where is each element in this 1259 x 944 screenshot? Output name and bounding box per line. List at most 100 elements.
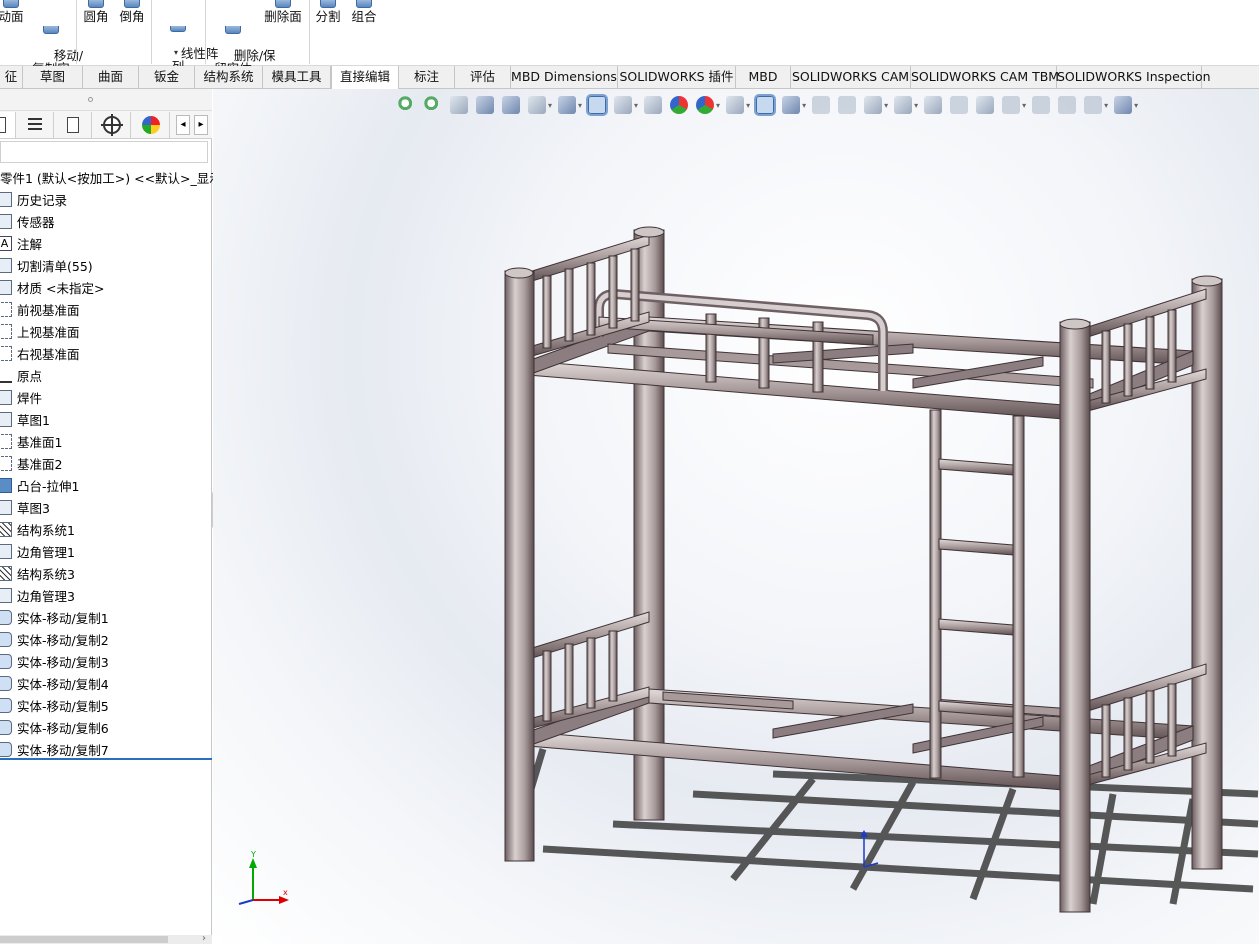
feature-manager-panel: ◂ ▸ 零件1 (默认<按加工>) <<默认>_显示状 历史记录传感器 A 注解 切割… (0, 89, 234, 944)
tab-solidworks-inspection[interactable]: SOLIDWORKS Inspection (1057, 66, 1211, 88)
linear-pattern-dropdown-icon[interactable]: ▾ (174, 48, 178, 57)
left-lower-headboard (528, 611, 650, 730)
appearance-icon (141, 116, 160, 134)
tree-item-label: 原点 (17, 368, 43, 384)
feature-filter-input[interactable] (0, 141, 208, 163)
fillet-button[interactable]: 圆角 (82, 0, 110, 23)
chamfer-button[interactable]: 倒角 (118, 0, 146, 23)
fillet-label: 圆角 (83, 9, 109, 24)
tab-evaluate[interactable]: 评估 (455, 66, 511, 88)
delete-face-button[interactable]: 删除面 (262, 0, 304, 23)
tree-item[interactable]: 实体-移动/复制3 (0, 651, 109, 671)
delete-face-label: 删除面 (264, 9, 302, 24)
history-icon (0, 191, 12, 207)
triad-axes-icon (238, 858, 289, 905)
property-manager-tab[interactable] (16, 112, 54, 138)
tree-item[interactable]: 传感器 (0, 211, 55, 231)
split-button[interactable]: 分割 (314, 0, 342, 23)
tree-item[interactable]: 实体-移动/复制5 (0, 695, 109, 715)
sketch-icon (0, 499, 12, 515)
tab-solidworks-cam[interactable]: SOLIDWORKS CAM (791, 66, 911, 88)
panel-grip[interactable] (0, 89, 212, 111)
tab-markup[interactable]: 标注 (399, 66, 455, 88)
tree-item[interactable]: 切割清单(55) (0, 255, 93, 275)
tree-item[interactable]: 原点 (0, 365, 42, 385)
tree-item[interactable]: 历史记录 (0, 189, 67, 209)
rollback-bar[interactable] (0, 758, 212, 760)
front-left-post-cap (504, 267, 534, 279)
tab-scroll-left-button[interactable]: ◂ (176, 115, 190, 135)
back-right-post (1191, 278, 1223, 870)
tab-surfaces[interactable]: 曲面 (83, 66, 139, 88)
tree-item-label: 草图3 (17, 500, 50, 516)
tab-features[interactable]: 征 (0, 66, 23, 88)
tab-mbd[interactable]: MBD (736, 66, 791, 88)
tab-solidworks-cam-tbm[interactable]: SOLIDWORKS CAM TBM (911, 66, 1059, 88)
tree-item-label: 材质 <未指定> (17, 280, 105, 296)
tree-item[interactable]: 结构系统1 (0, 519, 75, 539)
graphics-area[interactable]: ▾ ▾ ▾ ▾ ▾ ▾ ▾ ▾ ▾ ▾ ▾ Y x (213, 89, 1259, 944)
cut-list-icon (0, 257, 12, 273)
ribbon-separator (205, 0, 206, 64)
tree-item[interactable]: 基准面1 (0, 431, 62, 451)
tab-mbd-dimensions[interactable]: MBD Dimensions (511, 66, 618, 88)
tree-item[interactable]: 实体-移动/复制7 (0, 739, 109, 759)
front-right-post (1059, 321, 1091, 913)
tree-item[interactable]: 实体-移动/复制4 (0, 673, 109, 693)
scrollbar-thumb[interactable] (0, 936, 168, 943)
tree-item-label: 实体-移动/复制5 (17, 698, 109, 714)
tree-item[interactable]: A 注解 (0, 233, 42, 253)
tree-item[interactable]: 凸台-拉伸1 (0, 475, 79, 495)
fillet-icon (88, 0, 104, 8)
tree-item[interactable]: 材质 <未指定> (0, 277, 104, 297)
tree-item[interactable]: 右视基准面 (0, 343, 80, 363)
dimxpert-manager-tab[interactable] (93, 112, 131, 138)
reference-triad[interactable]: Y x (231, 850, 291, 909)
tab-structure-system[interactable]: 结构系统 (195, 66, 263, 88)
bunk-bed-model[interactable] (213, 89, 1259, 944)
tree-item-label: 结构系统1 (17, 522, 75, 538)
chamfer-label: 倒角 (119, 9, 145, 24)
combine-label: 组合 (351, 9, 377, 24)
tree-item-label: 焊件 (17, 390, 43, 406)
triad-y-label: Y (251, 850, 256, 859)
combine-button[interactable]: 组合 (350, 0, 378, 23)
ribbon-separator (76, 0, 77, 64)
material-icon (0, 279, 12, 295)
tree-item[interactable]: 上视基准面 (0, 321, 80, 341)
tree-item[interactable]: 实体-移动/复制6 (0, 717, 109, 737)
tab-direct-editing[interactable]: 直接编辑 (331, 66, 399, 89)
display-manager-tab[interactable] (132, 112, 170, 138)
tree-item[interactable]: 草图3 (0, 497, 50, 517)
tab-sheet-metal[interactable]: 钣金 (139, 66, 195, 88)
tree-item-label: 实体-移动/复制4 (17, 676, 109, 692)
tab-sketch[interactable]: 草图 (23, 66, 83, 88)
tree-item[interactable]: 实体-移动/复制2 (0, 629, 109, 649)
tree-item[interactable]: 结构系统3 (0, 563, 75, 583)
scroll-right-arrow-icon[interactable]: › (202, 933, 206, 944)
move-copy-icon (0, 631, 12, 647)
tree-item[interactable]: 实体-移动/复制1 (0, 607, 109, 627)
feature-manager-tab[interactable] (0, 112, 16, 138)
move-copy-icon (0, 741, 12, 757)
horizontal-scrollbar[interactable]: › (0, 933, 212, 944)
tree-item-label: 实体-移动/复制6 (17, 720, 109, 736)
tree-item[interactable]: 边角管理3 (0, 585, 75, 605)
tree-root-part[interactable]: 零件1 (默认<按加工>) <<默认>_显示状 (0, 167, 234, 187)
offset-face-button[interactable]: 动面 (0, 0, 24, 23)
tree-item[interactable]: 草图1 (0, 409, 50, 429)
linear-pattern-icon (170, 26, 186, 32)
tree-item-label: 注解 (17, 236, 43, 252)
configuration-manager-tab[interactable] (54, 112, 92, 138)
solidworks-window: 动面 移动/ 复制实 体 圆角 倒角 线性阵 列 ▾ 删除/保 留实体 删除面 (0, 0, 1259, 944)
left-upper-headboard (528, 234, 650, 358)
tree-item[interactable]: 前视基准面 (0, 299, 80, 319)
tree-item-label: 传感器 (17, 214, 55, 230)
tree-item[interactable]: 基准面2 (0, 453, 62, 473)
tab-scroll-right-button[interactable]: ▸ (194, 115, 208, 135)
tab-solidworks-addins[interactable]: SOLIDWORKS 插件 (618, 66, 736, 88)
tab-mold-tools[interactable]: 模具工具 (263, 66, 331, 88)
manager-tabs: ◂ ▸ (0, 111, 212, 139)
tree-item[interactable]: 边角管理1 (0, 541, 75, 561)
tree-item[interactable]: 焊件 (0, 387, 42, 407)
